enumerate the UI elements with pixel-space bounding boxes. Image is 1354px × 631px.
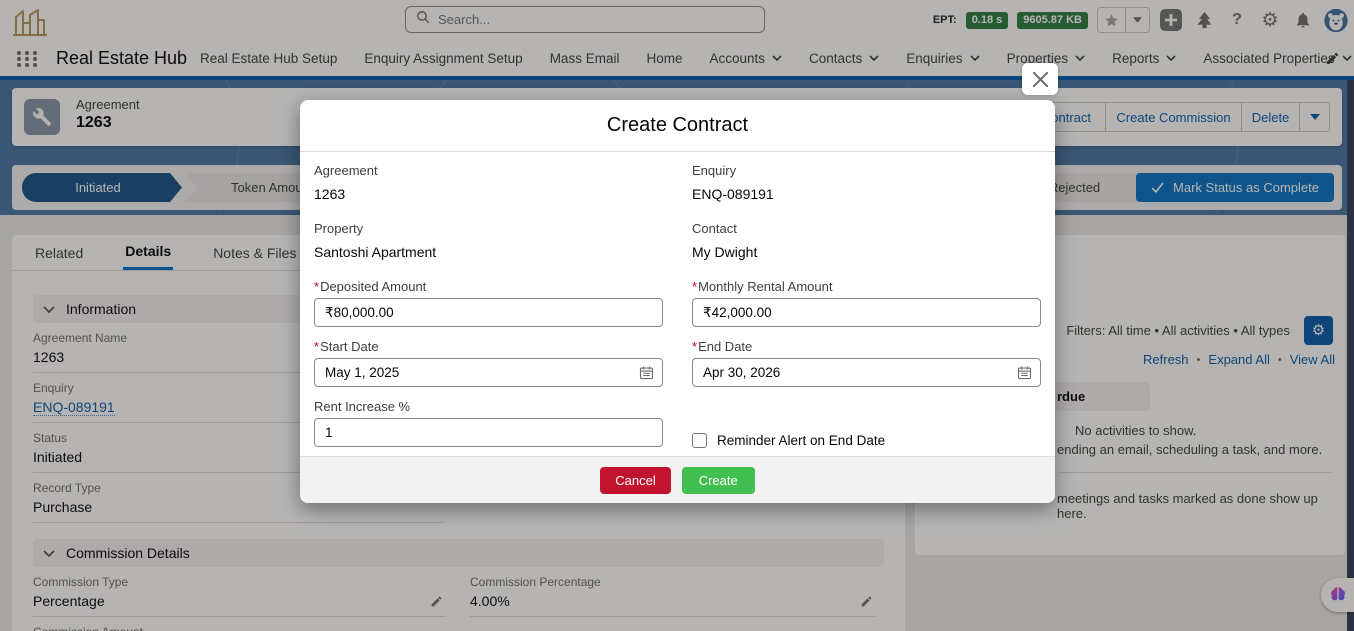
modal-field-property: Property Santoshi Apartment xyxy=(314,221,663,260)
start-date-field: *Start Date xyxy=(314,339,663,387)
deposited-amount-input[interactable] xyxy=(314,298,663,327)
reminder-alert-label: Reminder Alert on End Date xyxy=(717,433,885,448)
close-icon xyxy=(1032,71,1049,88)
modal-field-contact: Contact My Dwight xyxy=(692,221,1041,260)
monthly-rental-input[interactable] xyxy=(692,298,1041,327)
monthly-rental-field: *Monthly Rental Amount xyxy=(692,279,1041,327)
deposited-amount-field: *Deposited Amount xyxy=(314,279,663,327)
modal-field-agreement: Agreement 1263 xyxy=(314,163,663,202)
app-canvas: EPT: 0.18 s 9605.87 KB ? ⚙ xyxy=(0,0,1354,631)
rent-increase-field: Rent Increase % xyxy=(314,399,663,447)
create-contract-modal: Create Contract Agreement 1263 Enquiry E… xyxy=(300,100,1055,503)
reminder-alert-checkbox[interactable] xyxy=(692,433,707,448)
modal-field-enquiry: Enquiry ENQ-089191 xyxy=(692,163,1041,202)
create-button[interactable]: Create xyxy=(682,467,755,494)
end-date-field: *End Date xyxy=(692,339,1041,387)
start-date-input[interactable] xyxy=(314,358,663,387)
rent-increase-input[interactable] xyxy=(314,418,663,447)
modal-close-button[interactable] xyxy=(1022,63,1058,95)
modal-footer: Cancel Create xyxy=(300,456,1055,503)
modal-title: Create Contract xyxy=(300,100,1055,152)
cancel-button[interactable]: Cancel xyxy=(600,467,670,494)
end-date-input[interactable] xyxy=(692,358,1041,387)
reminder-alert-field: Reminder Alert on End Date xyxy=(692,421,1041,459)
